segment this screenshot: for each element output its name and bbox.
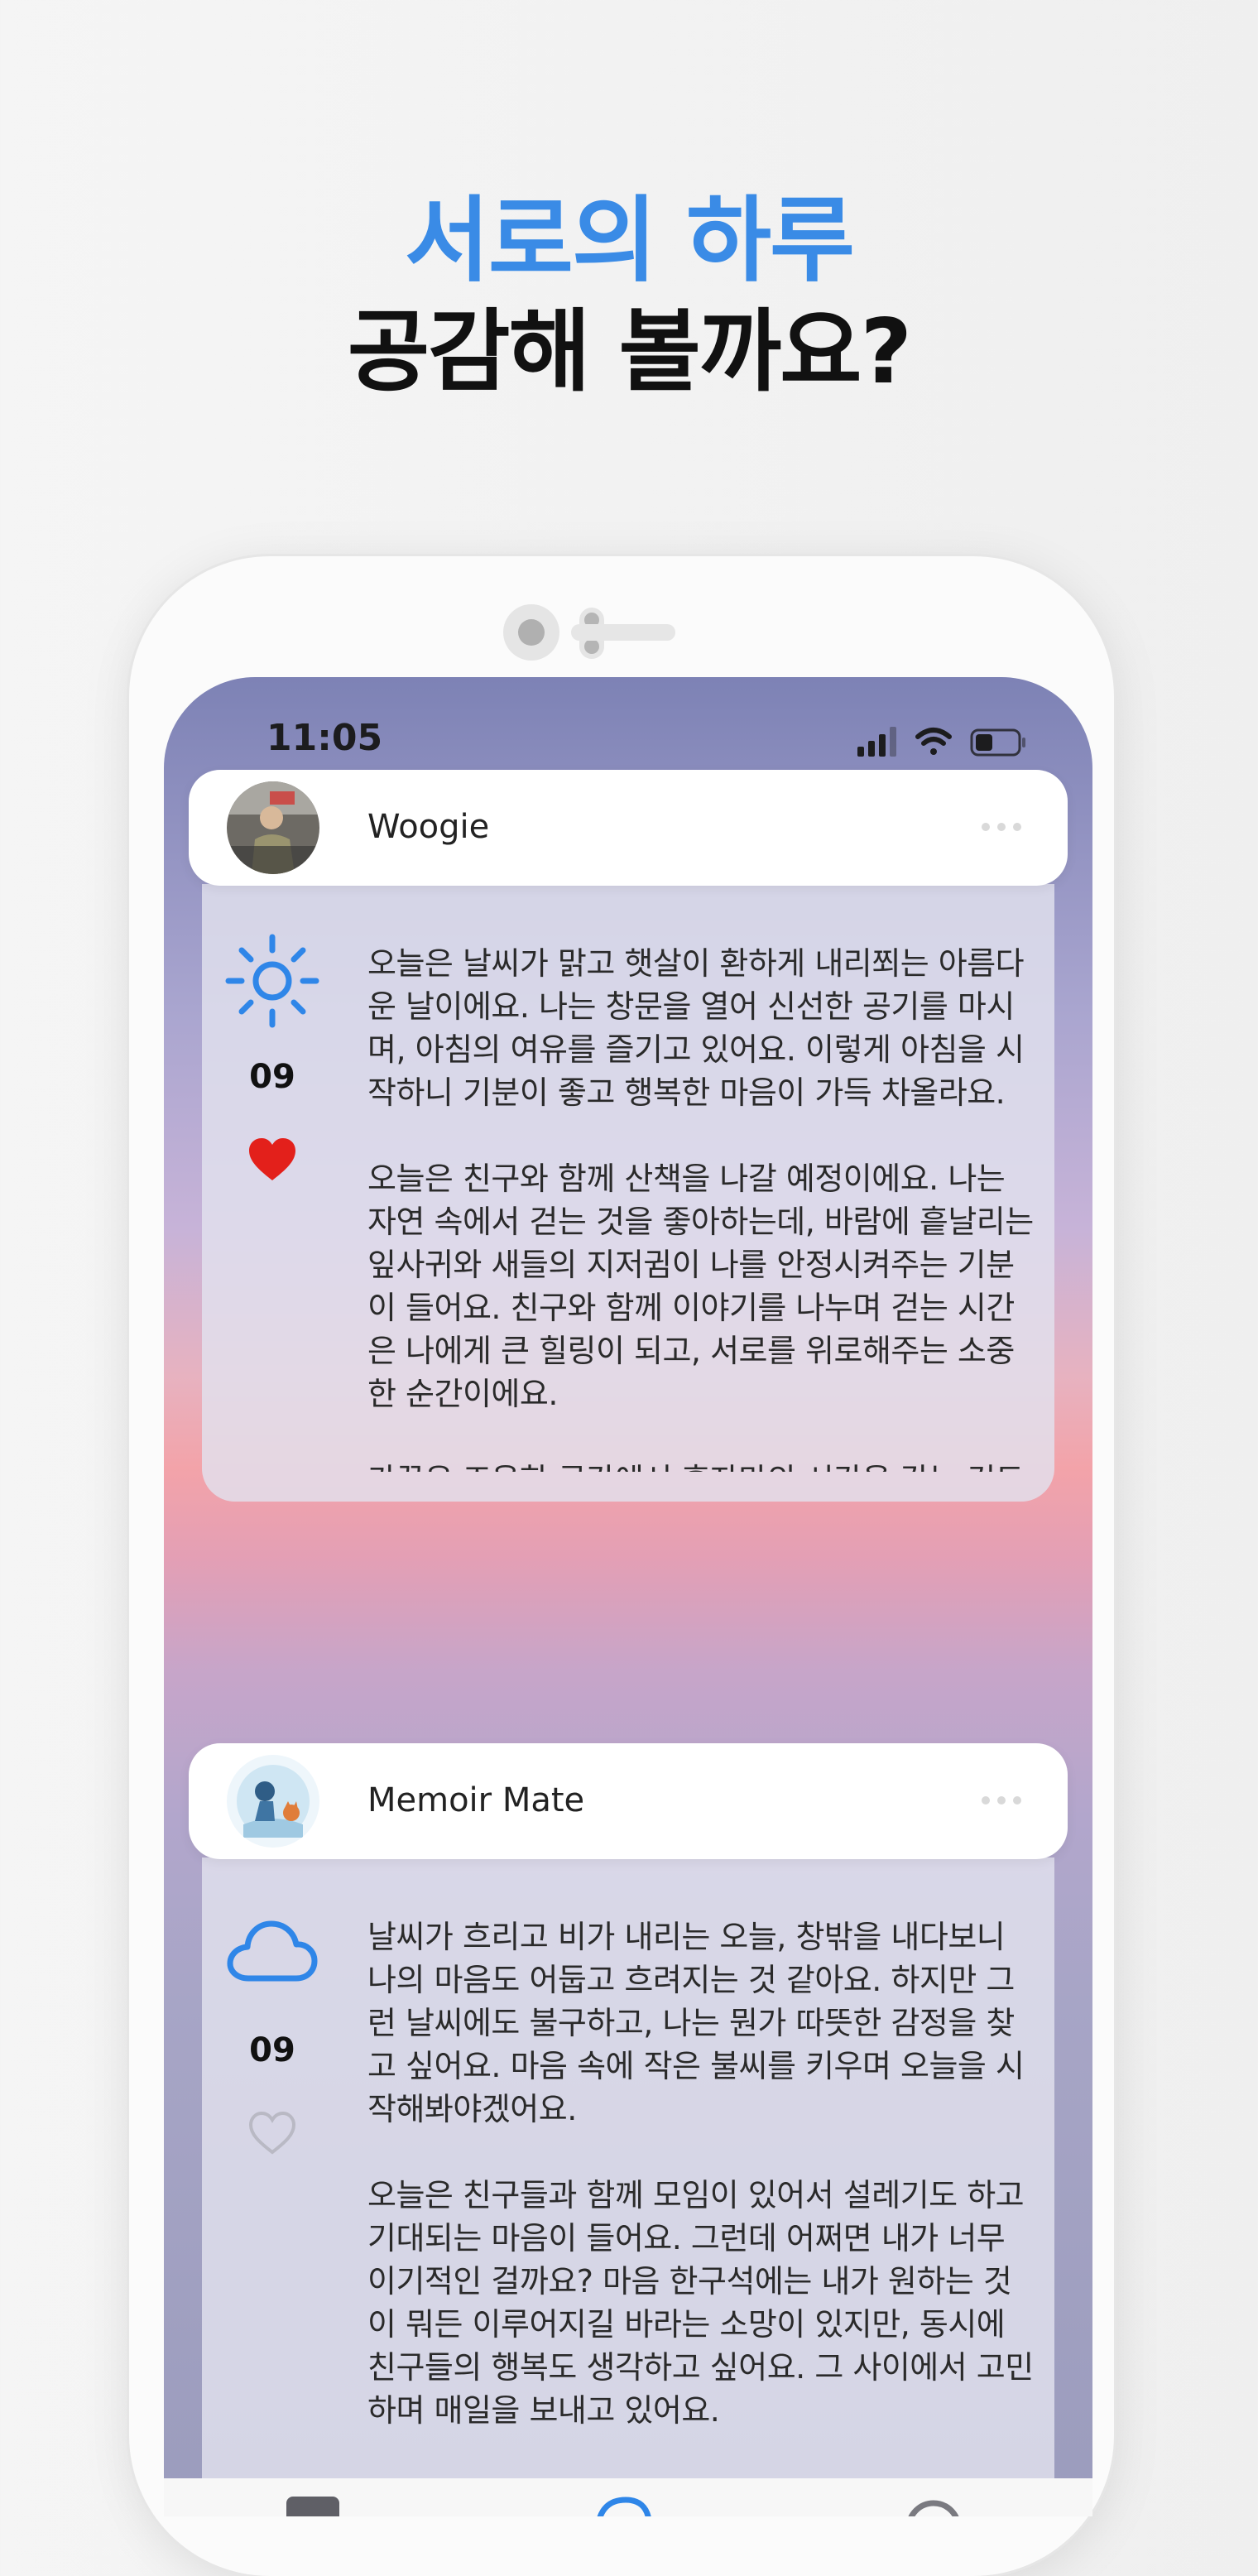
more-options-icon[interactable]: [982, 823, 1021, 831]
sun-icon: [225, 934, 319, 1028]
cellular-signal-icon: [857, 727, 896, 757]
system-icons: [857, 723, 1031, 763]
avatar[interactable]: [227, 781, 319, 874]
day-number: 09: [249, 1058, 295, 1096]
diary-card[interactable]: 09 오늘은 날씨가 맑고 햇살이 환하게 내리쬐는 아름다운 날이에요. 나는…: [202, 884, 1054, 1502]
headline-subtitle: 공감해 볼까요?: [347, 300, 912, 404]
tab-home-icon: [286, 2497, 339, 2516]
diary-text: 오늘은 날씨가 맑고 햇살이 환하게 내리쬐는 아름다운 날이에요. 나는 창문…: [367, 945, 1034, 1472]
diary-card[interactable]: 09 날씨가 흐리고 비가 내리는 오늘, 창밖을 내다보니 나의 마음도 어둡…: [202, 1858, 1054, 2516]
more-options-icon[interactable]: [982, 1796, 1021, 1805]
status-time: 11:05: [266, 717, 383, 759]
avatar[interactable]: [227, 1755, 319, 1848]
day-number: 09: [249, 2031, 295, 2069]
front-camera: [503, 604, 559, 661]
diary-text: 날씨가 흐리고 비가 내리는 오늘, 창밖을 내다보니 나의 마음도 어둡고 흐…: [367, 1919, 1034, 2429]
earpiece-speaker: [571, 624, 675, 641]
tab-feed-icon: [597, 2497, 651, 2516]
status-bar: 11:05: [164, 717, 1092, 767]
wifi-icon: [915, 728, 952, 755]
tab-profile-icon: [908, 2500, 959, 2516]
cloud-icon: [227, 1920, 318, 1982]
post-header[interactable]: Memoir Mate: [189, 1743, 1068, 1859]
battery-icon: [970, 728, 1025, 757]
heart-filled-icon[interactable]: [247, 1137, 297, 1182]
post-header[interactable]: Woogie: [189, 770, 1068, 886]
author-name[interactable]: Woogie: [367, 808, 489, 846]
app-screen: 11:05 09 오늘은 날씨가 맑고 햇살이 환하게 내리쬐는 아름다운 날이…: [164, 677, 1092, 2516]
tab-bar: [164, 2478, 1092, 2516]
heart-outline-icon[interactable]: [247, 2111, 297, 2155]
author-name[interactable]: Memoir Mate: [367, 1781, 584, 1819]
